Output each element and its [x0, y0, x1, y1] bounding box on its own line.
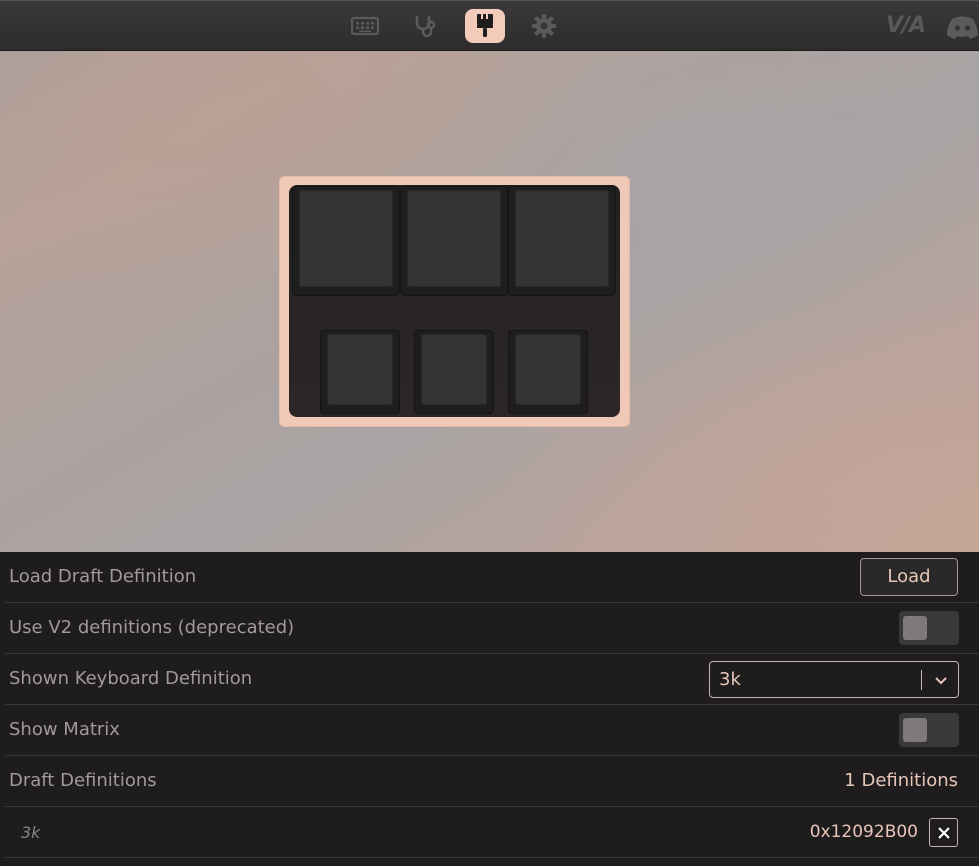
key[interactable] — [509, 331, 587, 413]
key[interactable] — [293, 187, 399, 295]
discord-icon[interactable] — [946, 15, 979, 44]
use-v2-label: Use V2 definitions (deprecated) — [9, 617, 295, 638]
key[interactable] — [401, 187, 507, 295]
draft-definitions-label: Draft Definitions — [9, 770, 157, 791]
keyboard-preview-area — [0, 51, 979, 552]
shown-definition-select[interactable]: 3k — [709, 661, 959, 698]
paintbrush-icon[interactable] — [465, 9, 505, 43]
show-matrix-label: Show Matrix — [9, 719, 120, 740]
shown-definition-label: Shown Keyboard Definition — [9, 668, 253, 689]
gear-icon[interactable] — [524, 9, 564, 43]
close-icon — [937, 826, 950, 839]
settings-panel: Load Draft Definition Load Use V2 defini… — [0, 552, 979, 866]
use-v2-toggle[interactable] — [899, 611, 959, 645]
keyboard-case — [279, 176, 630, 427]
load-button[interactable]: Load — [860, 558, 958, 596]
key[interactable] — [509, 187, 615, 295]
definition-list-item: 3k 0x12092B00 — [5, 807, 979, 858]
keyboard-plate — [289, 185, 620, 417]
key[interactable] — [415, 331, 493, 413]
definition-name: 3k — [21, 823, 41, 842]
load-draft-label: Load Draft Definition — [9, 566, 197, 587]
stethoscope-icon[interactable] — [405, 9, 445, 43]
show-matrix-row: Show Matrix — [5, 705, 979, 756]
definitions-count: 1 Definitions — [844, 770, 958, 791]
select-value: 3k — [719, 669, 741, 690]
via-logo: V/A — [886, 13, 926, 38]
load-draft-row: Load Draft Definition Load — [5, 552, 979, 603]
use-v2-row: Use V2 definitions (deprecated) — [5, 603, 979, 654]
delete-definition-button[interactable] — [929, 818, 958, 847]
definition-id: 0x12092B00 — [809, 822, 918, 842]
draft-definitions-row: Draft Definitions 1 Definitions — [5, 756, 979, 807]
shown-definition-row: Shown Keyboard Definition 3k — [5, 654, 979, 705]
chevron-down-icon[interactable] — [934, 673, 948, 691]
keyboard-icon[interactable] — [345, 9, 385, 43]
top-nav-bar: V/A — [0, 0, 979, 51]
show-matrix-toggle[interactable] — [899, 713, 959, 747]
key[interactable] — [321, 331, 399, 413]
